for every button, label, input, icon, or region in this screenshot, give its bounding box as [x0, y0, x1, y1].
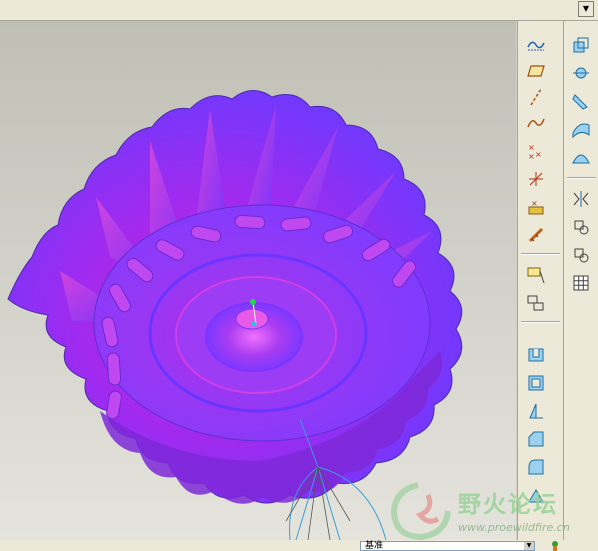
selection-filter-select[interactable]: 基准 ▼	[360, 541, 535, 551]
chamfer-tool[interactable]	[523, 427, 549, 451]
analysis-tool[interactable]: ×	[523, 195, 549, 219]
right-feature-toolbar	[563, 21, 598, 540]
draft-tool[interactable]	[523, 399, 549, 423]
sketch-edit-tool[interactable]	[523, 291, 549, 315]
chevron-down-icon: ▼	[524, 542, 534, 550]
model-viewport[interactable]	[0, 21, 516, 540]
analysis-icon: ×	[528, 199, 544, 215]
datum-plane-tool[interactable]	[523, 59, 549, 83]
chevron-down-icon: ▼	[582, 4, 590, 13]
datum-curve-sketch-icon	[527, 41, 545, 51]
top-dropdown-button[interactable]: ▼	[578, 1, 594, 17]
datum-axis-tool[interactable]	[523, 85, 549, 109]
round-tool[interactable]	[523, 455, 549, 479]
svg-text:×: ×	[531, 199, 538, 208]
sweep-icon	[572, 94, 588, 110]
pattern-icon	[574, 220, 589, 235]
svg-text:×: ×	[528, 152, 535, 161]
round-icon	[528, 459, 544, 475]
datum-axis-icon	[530, 88, 542, 106]
left-feature-toolbar: × × × ×	[517, 21, 563, 540]
merge-icon	[574, 248, 589, 263]
shell-tool[interactable]	[523, 371, 549, 395]
purple-fluted-bowl-3d-model[interactable]	[0, 21, 516, 540]
toolbar-separator	[521, 253, 560, 255]
axis-indicator-cyan-dot	[251, 321, 257, 327]
sketch-edit-icon	[527, 295, 544, 311]
grid-icon	[573, 275, 589, 291]
selection-filter-value: 基准	[365, 541, 384, 551]
sketch-tool[interactable]	[523, 263, 549, 287]
surface-icon	[572, 123, 590, 139]
pattern-tool[interactable]	[568, 215, 594, 239]
grid-tool[interactable]	[568, 271, 594, 295]
mirror-tool[interactable]	[568, 187, 594, 211]
mirror-point-icon	[573, 67, 589, 79]
toolbar-separator	[521, 321, 560, 323]
extrude-icon	[528, 348, 544, 362]
shell-icon	[528, 375, 544, 391]
datum-ruler-tool[interactable]	[523, 223, 549, 247]
dome-icon	[572, 154, 590, 164]
copy-feature-tool[interactable]	[568, 33, 594, 57]
mirror-point-tool[interactable]	[568, 61, 594, 85]
axis-indicator-green-dot	[250, 299, 256, 305]
datum-point-icon: ×××	[528, 143, 542, 161]
status-indicator-icon	[552, 541, 558, 551]
svg-text:×: ×	[535, 150, 542, 159]
rib-tool[interactable]	[523, 483, 549, 507]
datum-point-tool[interactable]: × × ×	[523, 139, 549, 163]
datum-curve-sketch-tool[interactable]	[523, 33, 549, 57]
floor-center-bump	[235, 308, 269, 330]
toolbar-separator	[567, 177, 596, 179]
extrude-tool[interactable]	[523, 343, 549, 367]
top-toolbar: ▼	[0, 0, 598, 21]
chamfer-icon	[528, 431, 544, 447]
mirror-icon	[573, 191, 589, 207]
rib-icon	[528, 489, 544, 503]
datum-plane-icon	[527, 65, 545, 77]
merge-tool[interactable]	[568, 243, 594, 267]
copy-feature-icon	[573, 37, 589, 53]
sketch-tool-icon	[527, 267, 545, 284]
datum-curve-tool[interactable]	[523, 111, 549, 135]
coordinate-system-icon	[529, 172, 543, 186]
dome-tool[interactable]	[568, 145, 594, 169]
svg-text:×: ×	[528, 143, 535, 152]
sweep-tool[interactable]	[568, 89, 594, 113]
surface-tool[interactable]	[568, 117, 594, 141]
draft-icon	[529, 403, 543, 419]
datum-ruler-icon	[528, 227, 544, 243]
datum-curve-icon	[527, 118, 545, 128]
coordinate-system-tool[interactable]	[523, 167, 549, 191]
